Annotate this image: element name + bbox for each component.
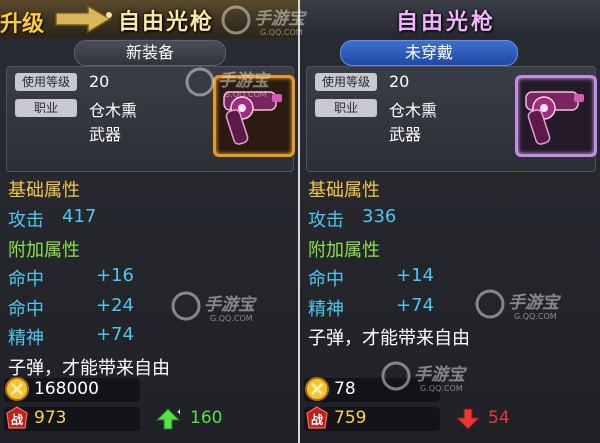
- extra-stat-label: 命中: [8, 299, 44, 320]
- arrow-down-icon: [456, 408, 480, 430]
- power-row: 战 973: [4, 406, 140, 431]
- level-value: 20: [389, 72, 410, 91]
- watermark-logo: 手游宝 G.QQ.COM: [475, 289, 562, 321]
- attack-label: 攻击: [8, 210, 44, 231]
- watermark-logo: 手游宝 G.QQ.COM: [221, 5, 308, 37]
- item-type: 武器: [389, 125, 422, 144]
- power-value: 973: [34, 408, 67, 428]
- extra-stat-value: +14: [396, 265, 434, 286]
- watermark-brand: 手游宝: [204, 295, 258, 315]
- base-attr-heading: 基础属性: [8, 180, 80, 201]
- item-type: 武器: [89, 125, 122, 144]
- extra-stat-label: 精神: [308, 299, 344, 320]
- extra-stat-value: +74: [96, 324, 134, 345]
- attack-row: 攻击 417: [8, 206, 96, 232]
- extra-stat-value: +74: [396, 295, 434, 316]
- coin-icon: [5, 377, 29, 401]
- watermark-logo: 手游宝 G.QQ.COM: [381, 361, 468, 393]
- base-attr-heading: 基础属性: [308, 180, 380, 201]
- arrow-up-icon: ✦: [156, 408, 180, 430]
- attack-label: 攻击: [308, 210, 344, 231]
- current-equipment-panel: 自由光枪 未穿戴 使用等级 20 职业 仓木熏 武器 基础属性 攻击 336 附…: [300, 0, 600, 443]
- extra-attr-heading: 附加属性: [308, 240, 380, 261]
- watermark-brand: 手游宝: [254, 9, 308, 29]
- power-value: 759: [334, 408, 367, 428]
- panel-header: 自由光枪: [300, 0, 600, 38]
- item-slot[interactable]: [515, 75, 597, 157]
- price-value: 78: [334, 379, 356, 399]
- extra-stat-row: 精神 +74: [308, 295, 434, 321]
- item-title: 自由光枪: [396, 10, 497, 35]
- attack-value: 336: [362, 206, 397, 227]
- power-delta: 54: [488, 408, 510, 428]
- level-tag: 使用等级: [315, 73, 377, 91]
- power-badge-icon: 战: [6, 406, 28, 429]
- extra-stat-label: 精神: [8, 328, 44, 349]
- new-equipment-panel: 升级 自由光枪 新装备 使用等级 20 职业 仓木熏 武器 基础属性 攻击 41…: [0, 0, 299, 443]
- item-title: 自由光枪: [118, 10, 215, 35]
- watermark-domain: G.QQ.COM: [260, 28, 303, 37]
- watermark-brand: 手游宝: [218, 71, 272, 91]
- coin-icon: [305, 377, 329, 401]
- separator-dot: [106, 12, 112, 18]
- watermark-logo: 手游宝 G.QQ.COM: [171, 291, 258, 323]
- extra-stat-row: 精神 +74: [8, 324, 134, 350]
- extra-stat-row: 命中 +14: [308, 265, 434, 291]
- power-glyph: 战: [311, 412, 323, 427]
- extra-stat-label: 命中: [308, 269, 344, 290]
- item-description: 子弹，才能带来自由: [308, 328, 470, 349]
- job-value: 仓木熏: [89, 101, 138, 120]
- status-label: 未穿戴: [340, 40, 518, 66]
- status-label: 新装备: [74, 40, 226, 66]
- upgrade-badge: 升级: [0, 12, 45, 37]
- revolver-icon: [525, 91, 584, 145]
- price-value: 168000: [34, 379, 99, 399]
- watermark-domain: G.QQ.COM: [224, 90, 267, 99]
- price-row: 168000: [4, 377, 140, 402]
- extra-stat-row: 命中 +16: [8, 265, 134, 291]
- attack-value: 417: [62, 206, 97, 227]
- item-description: 子弹，才能带来自由: [8, 358, 170, 379]
- svg-text:✦: ✦: [176, 408, 180, 418]
- watermark-domain: G.QQ.COM: [210, 314, 253, 323]
- watermark-brand: 手游宝: [508, 293, 562, 313]
- power-badge-icon: 战: [306, 406, 328, 429]
- watermark-brand: 手游宝: [414, 365, 468, 385]
- extra-stat-label: 命中: [8, 269, 44, 290]
- extra-stat-value: +16: [96, 265, 134, 286]
- job-tag: 职业: [315, 99, 377, 117]
- watermark-logo: 手游宝 G.QQ.COM: [185, 67, 272, 99]
- power-glyph: 战: [11, 412, 23, 427]
- extra-stat-value: +24: [96, 295, 134, 316]
- watermark-domain: G.QQ.COM: [420, 384, 463, 393]
- job-value: 仓木熏: [389, 101, 438, 120]
- power-row: 战 759: [304, 406, 440, 431]
- item-info-box: 使用等级 20 职业 仓木熏 武器: [306, 66, 597, 172]
- level-value: 20: [89, 72, 110, 91]
- level-tag: 使用等级: [15, 73, 77, 91]
- extra-stat-row: 命中 +24: [8, 295, 134, 321]
- extra-attr-heading: 附加属性: [8, 240, 80, 261]
- power-delta: 160: [190, 408, 223, 428]
- upgrade-arrow-icon: [55, 4, 112, 34]
- attack-row: 攻击 336: [308, 206, 396, 232]
- watermark-domain: G.QQ.COM: [514, 312, 557, 321]
- job-tag: 职业: [15, 99, 77, 117]
